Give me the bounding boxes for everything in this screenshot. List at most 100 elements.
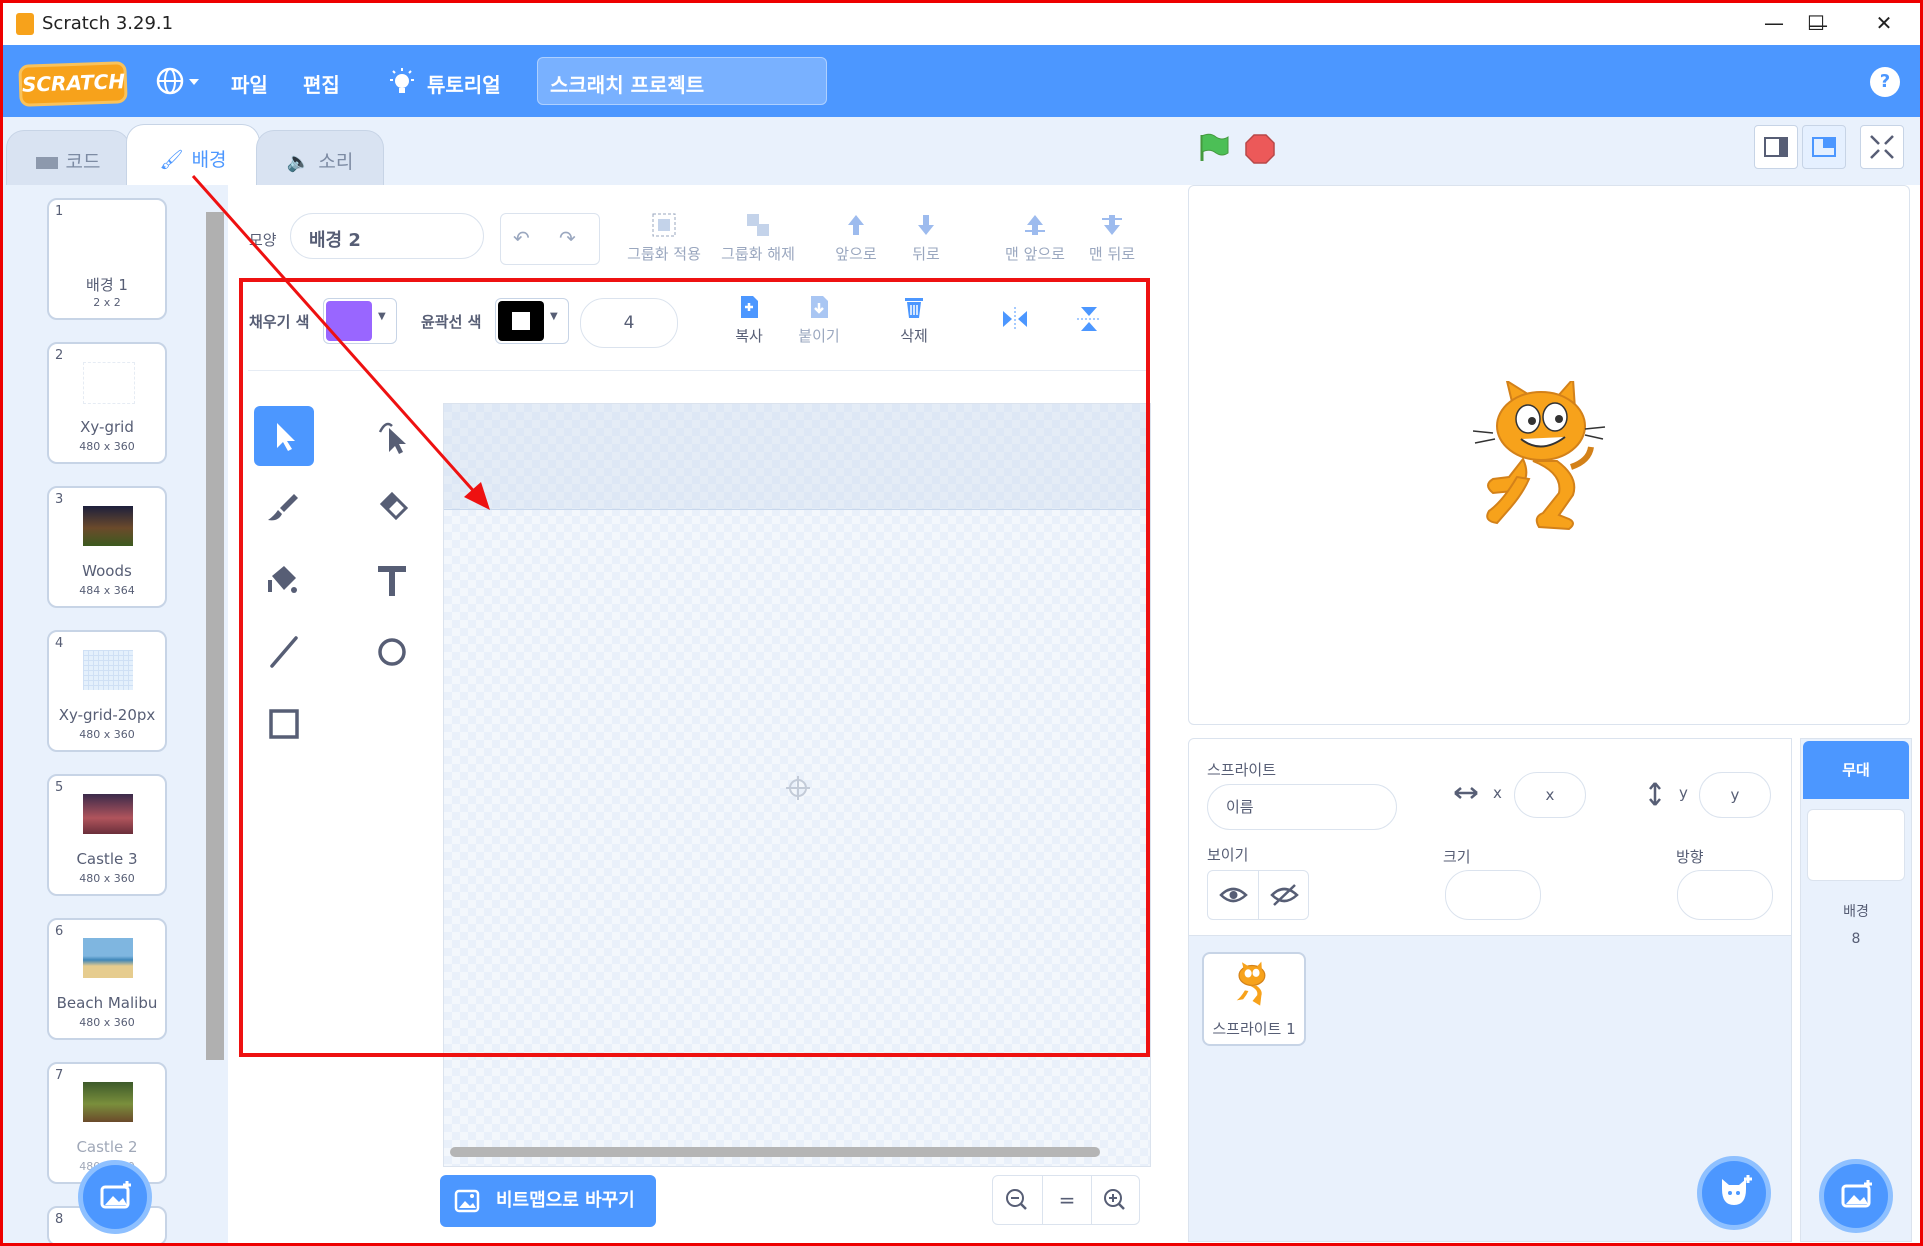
choose-backdrop-button[interactable] xyxy=(78,1160,152,1234)
menu-tutorials[interactable]: 튜토리얼 xyxy=(427,69,501,98)
size-input[interactable] xyxy=(1445,870,1541,920)
costume-label: 모양 xyxy=(249,231,277,249)
canvas-horizontal-scrollbar[interactable] xyxy=(450,1147,1100,1157)
backdrop-thumbnail xyxy=(83,938,133,978)
group-label: 그룹화 적용 xyxy=(627,245,701,263)
stage-panel-title: 무대 xyxy=(1803,741,1909,799)
backdrop-thumbnail xyxy=(83,362,135,404)
tab-code-label: 코드 xyxy=(65,151,101,173)
cat-sprite[interactable] xyxy=(1473,381,1623,536)
backdrop-thumbnail xyxy=(83,1082,133,1122)
size-label: 크기 xyxy=(1443,848,1471,866)
sprite-info-panel: 스프라이트 이름 x x y y 보이기 크기 방향 xyxy=(1188,738,1792,936)
zoom-in-button[interactable] xyxy=(1091,1176,1139,1224)
backdrop-number: 1 xyxy=(55,204,64,219)
zoom-reset-button[interactable]: = xyxy=(1042,1176,1092,1224)
scratch-logo[interactable]: SCRATCH xyxy=(18,61,128,107)
backdrop-item[interactable]: 6 Beach Malibu 480 x 360 xyxy=(47,918,167,1040)
redo-icon[interactable]: ↷ xyxy=(559,226,576,250)
forward-label: 앞으로 xyxy=(835,245,877,263)
tab-backdrops[interactable]: 🖌 배경 xyxy=(126,124,260,186)
large-stage-button[interactable] xyxy=(1802,125,1846,169)
tab-code[interactable]: 코드 xyxy=(6,130,130,186)
sprite-name-input[interactable]: 이름 xyxy=(1207,784,1397,830)
backdrop-number: 3 xyxy=(55,492,64,507)
backdrop-number: 4 xyxy=(55,636,64,651)
visibility-toggle xyxy=(1207,870,1309,920)
fullscreen-button[interactable] xyxy=(1860,125,1904,169)
fullscreen-icon xyxy=(1870,135,1894,159)
direction-input[interactable] xyxy=(1677,870,1773,920)
vertical-arrows-icon xyxy=(1649,782,1661,806)
stage-thumbnail xyxy=(1807,809,1905,881)
sprite-label: 스프라이트 xyxy=(1207,761,1277,779)
lightbulb-icon[interactable] xyxy=(387,67,417,97)
choose-sprite-button[interactable] xyxy=(1697,1156,1771,1230)
backdrop-number: 8 xyxy=(55,1212,64,1227)
backdrop-list: 1 배경 1 2 x 2 2 Xy-grid 480 x 360 3 Woods… xyxy=(3,185,228,1246)
backdrop-item[interactable]: 4 Xy-grid-20px 480 x 360 xyxy=(47,630,167,752)
costume-name-input[interactable]: 배경 2 xyxy=(290,213,484,259)
backdrop-item[interactable]: 2 Xy-grid 480 x 360 xyxy=(47,342,167,464)
annotation-highlight-box xyxy=(239,278,1150,1057)
backdrop-item[interactable]: 3 Woods 484 x 364 xyxy=(47,486,167,608)
convert-to-bitmap-button[interactable]: 비트맵으로 바꾸기 xyxy=(440,1175,656,1227)
undo-redo-group: ↶ ↷ xyxy=(500,213,600,265)
help-button[interactable]: ? xyxy=(1870,67,1900,97)
menu-edit[interactable]: 편집 xyxy=(303,69,340,98)
minimize-button[interactable]: — xyxy=(1754,8,1794,38)
large-stage-icon xyxy=(1812,137,1836,157)
group-icon xyxy=(652,213,676,237)
ungroup-icon xyxy=(747,214,769,236)
stop-icon[interactable] xyxy=(1244,133,1276,165)
backdrop-name: Xy-grid-20px xyxy=(58,706,156,724)
back-button[interactable]: 맨 뒤로 xyxy=(1082,211,1142,264)
tab-sounds-label: 소리 xyxy=(318,151,354,173)
green-flag-icon[interactable] xyxy=(1196,131,1230,165)
front-button[interactable]: 맨 앞으로 xyxy=(1000,211,1070,264)
zoom-out-button[interactable] xyxy=(993,1176,1041,1224)
undo-icon[interactable]: ↶ xyxy=(513,226,530,250)
ungroup-button[interactable]: 그룹화 해제 xyxy=(718,211,798,264)
group-button[interactable]: 그룹화 적용 xyxy=(624,211,704,264)
backdrop-name: Woods xyxy=(82,562,132,580)
arrow-top-icon xyxy=(1025,215,1045,235)
backdrop-number: 5 xyxy=(55,780,64,795)
backdrop-thumbnail xyxy=(83,506,133,546)
tab-sounds[interactable]: 🔈 소리 xyxy=(256,130,384,186)
window-titlebar: Scratch 3.29.1 — xyxy=(0,0,1923,45)
stage-canvas[interactable] xyxy=(1188,185,1910,725)
sprite-item[interactable]: 스프라이트 1 xyxy=(1202,952,1306,1046)
eye-slash-icon xyxy=(1270,884,1299,906)
forward-button[interactable]: 앞으로 xyxy=(826,211,886,264)
backdrop-size: 2 x 2 xyxy=(93,296,121,309)
show-button[interactable] xyxy=(1208,871,1259,919)
x-input[interactable]: x xyxy=(1514,772,1586,818)
small-stage-button[interactable] xyxy=(1754,125,1798,169)
project-title-input[interactable]: 스크래치 프로젝트 xyxy=(537,57,827,105)
stage-target-panel[interactable]: 무대 배경 8 xyxy=(1800,738,1912,1242)
ungroup-label: 그룹화 해제 xyxy=(721,245,795,263)
show-label: 보이기 xyxy=(1207,846,1249,864)
backdrop-size: 484 x 364 xyxy=(79,584,135,597)
hide-button[interactable] xyxy=(1259,871,1310,919)
backdrops-label: 배경 xyxy=(1843,904,1869,920)
backdrop-item[interactable]: 5 Castle 3 480 x 360 xyxy=(47,774,167,896)
tab-backdrops-label: 배경 xyxy=(191,149,227,171)
close-button[interactable]: ✕ xyxy=(1864,8,1904,38)
eye-icon xyxy=(1219,887,1248,903)
y-input[interactable]: y xyxy=(1699,772,1771,818)
backward-button[interactable]: 뒤로 xyxy=(896,211,956,264)
cat-add-icon xyxy=(1722,1175,1752,1205)
maximize-button[interactable]: ☐ xyxy=(1796,8,1836,38)
code-icon xyxy=(35,156,58,169)
arrow-bottom-icon xyxy=(1102,215,1122,235)
backdrop-item[interactable]: 1 배경 1 2 x 2 xyxy=(47,198,167,320)
backdrops-count: 8 xyxy=(1851,931,1861,947)
small-stage-icon xyxy=(1764,137,1788,157)
globe-icon[interactable] xyxy=(156,66,206,96)
backdrop-list-scrollbar[interactable] xyxy=(206,212,224,1060)
choose-backdrop-stage-button[interactable] xyxy=(1819,1159,1893,1233)
menu-file[interactable]: 파일 xyxy=(231,69,268,98)
brush-icon: 🖌 xyxy=(159,149,184,171)
